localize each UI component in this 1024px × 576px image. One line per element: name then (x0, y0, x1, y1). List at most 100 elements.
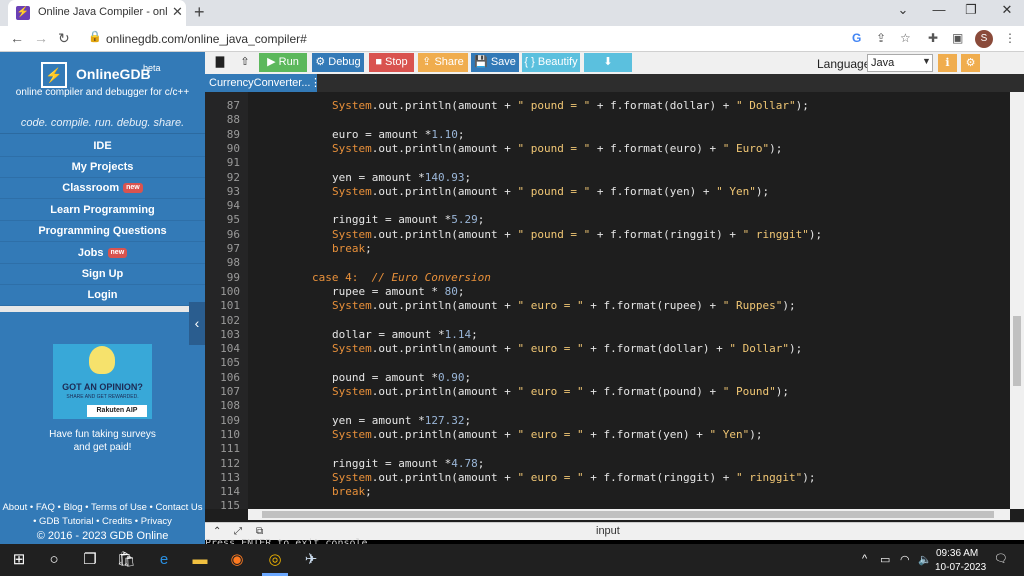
file-tab-bar: CurrencyConverter... ⋮ (205, 74, 1024, 92)
sidebar-item-label: Jobs (77, 247, 104, 259)
code-line: ringgit = amount *4.78; (332, 456, 485, 470)
code-line: break; (332, 485, 372, 499)
chevron-down-icon[interactable]: ▼ (922, 56, 931, 66)
volume-icon[interactable]: 🔈 (918, 553, 932, 566)
line-number: 115 (220, 499, 240, 513)
firefox-icon[interactable]: ◉ (226, 549, 248, 571)
collapse-sidebar-chevron-icon[interactable]: ‹ (189, 302, 205, 345)
copy-icon[interactable]: ⧉ (256, 526, 263, 537)
sidebar-item-login[interactable]: Login (0, 285, 205, 306)
advertisement-banner[interactable]: GOT AN OPINION? SHARE AND GET REWARDED. … (53, 344, 152, 419)
line-number: 89 (226, 127, 240, 141)
ad-text[interactable]: Have fun taking surveys and get paid! (0, 428, 205, 454)
edge-icon[interactable]: e (153, 549, 175, 571)
sidebar-item-ide[interactable]: IDE (0, 136, 205, 157)
code-line: System.out.println(amount + " euro = " +… (332, 342, 803, 356)
sidebar-item-jobs[interactable]: Jobs new (0, 243, 205, 264)
sidebar-item-my-projects[interactable]: My Projects (0, 157, 205, 178)
ad-text-line-1: Have fun taking surveys (49, 429, 156, 440)
onlinegdb-logo-icon: ⚡ (41, 62, 67, 88)
file-explorer-icon[interactable]: ▬ (189, 549, 211, 571)
reload-icon[interactable]: ↻ (58, 30, 70, 47)
line-number: 97 (226, 242, 240, 255)
code-line: System.out.println(amount + " euro = " +… (332, 427, 763, 441)
share-page-icon[interactable]: ⇪ (876, 31, 886, 45)
close-window-button[interactable]: ✕ (992, 2, 1022, 18)
tab-search-icon[interactable]: ⌄ (888, 2, 918, 18)
battery-icon[interactable]: ▭ (880, 553, 890, 566)
windows-start-icon[interactable]: ⊞ (8, 549, 30, 571)
download-button[interactable]: ⬇ (584, 53, 632, 72)
side-panel-icon[interactable]: ▣ (952, 31, 963, 45)
new-file-icon[interactable]: ▇ (213, 53, 227, 72)
file-tab-menu-icon[interactable]: ⋮ (310, 74, 321, 92)
chrome-icon[interactable]: ◎ (264, 549, 286, 571)
app-icon[interactable]: ✈ (300, 549, 322, 571)
wifi-icon[interactable]: ◠ (900, 553, 910, 566)
sidebar-item-learn-programming[interactable]: Learn Programming (0, 200, 205, 221)
google-icon[interactable]: G (852, 31, 861, 45)
maximize-button[interactable]: ❐ (956, 2, 986, 18)
new-tab-button[interactable]: + (194, 2, 205, 23)
profile-avatar[interactable]: S (975, 30, 993, 48)
minimize-button[interactable]: — (924, 2, 954, 17)
tab-close-icon[interactable]: ✕ (172, 4, 183, 20)
sidebar-item-sign-up[interactable]: Sign Up (0, 264, 205, 285)
forward-arrow-icon[interactable]: → (34, 30, 48, 46)
footer-links-line-1[interactable]: About • FAQ • Blog • Terms of Use • Cont… (0, 501, 205, 515)
url-field[interactable]: onlinegdb.com/online_java_compiler# (88, 30, 848, 48)
sidebar-item-label: Login (87, 289, 118, 301)
clock-time[interactable]: 09:36 AM (936, 548, 978, 559)
footer-links[interactable]: About • FAQ • Blog • Terms of Use • Cont… (0, 501, 205, 529)
code-line: break; (332, 242, 372, 255)
line-number: 91 (226, 156, 240, 170)
clock-date[interactable]: 10-07-2023 (935, 562, 986, 573)
brand-subtitle: online compiler and debugger for c/c++ (15, 87, 190, 98)
task-view-icon[interactable]: ❐ (79, 549, 101, 571)
browser-menu-icon[interactable]: ⋮ (1004, 31, 1016, 45)
line-number: 94 (226, 199, 240, 213)
sidebar-item-label: My Projects (71, 161, 134, 173)
line-number: 113 (220, 470, 240, 484)
code-line: System.out.println(amount + " euro = " +… (332, 470, 816, 484)
run-button[interactable]: ▶ Run (259, 53, 307, 72)
chevron-up-icon[interactable]: ⌃ (213, 526, 221, 537)
share-button[interactable]: ⇪ Share (418, 53, 468, 72)
file-tab-currency-converter[interactable]: CurrencyConverter... (205, 74, 317, 92)
code-line: yen = amount *140.93; (332, 170, 472, 184)
upload-icon[interactable]: ⇧ (237, 53, 253, 72)
code-line: System.out.println(amount + " euro = " +… (332, 385, 789, 398)
debug-button[interactable]: ⚙ Debug (312, 53, 364, 72)
line-number: 110 (220, 427, 240, 441)
save-button[interactable]: 💾 Save (471, 53, 519, 72)
vertical-scrollbar-thumb[interactable] (1013, 316, 1021, 386)
code-line: euro = amount *1.10; (332, 127, 465, 141)
horizontal-scrollbar-thumb[interactable] (262, 511, 994, 518)
extensions-icon[interactable]: ✚ (928, 31, 938, 45)
settings-gear-icon[interactable]: ⚙ (961, 54, 980, 72)
notification-icon[interactable]: 🗨 (994, 552, 1008, 565)
info-icon[interactable]: ℹ (938, 54, 957, 72)
code-line: ringgit = amount *5.29; (332, 213, 485, 227)
search-icon[interactable]: ○ (43, 549, 65, 571)
browser-tab[interactable]: ⚡ Online Java Compiler - online ed ✕ (8, 0, 186, 26)
beautify-button[interactable]: { } Beautify (522, 53, 580, 72)
footer-links-line-2[interactable]: • GDB Tutorial • Credits • Privacy (0, 515, 205, 529)
file-tab-label: CurrencyConverter... (209, 77, 311, 89)
line-number: 95 (226, 213, 240, 227)
stop-button[interactable]: ■ Stop (369, 53, 414, 72)
sidebar-item-classroom[interactable]: Classroom new (0, 178, 205, 199)
sidebar-item-label: Programming Questions (38, 225, 167, 237)
sidebar-item-programming-questions[interactable]: Programming Questions (0, 221, 205, 242)
back-arrow-icon[interactable]: ← (10, 30, 24, 46)
ad-subtitle: SHARE AND GET REWARDED. (66, 394, 139, 400)
line-number: 107 (220, 385, 240, 398)
store-icon[interactable]: 🛍 (115, 549, 137, 571)
line-number: 111 (220, 442, 240, 456)
bookmark-star-icon[interactable]: ☆ (900, 31, 911, 45)
io-input-label[interactable]: input (596, 525, 620, 537)
tray-chevron-icon[interactable]: ^ (862, 553, 867, 565)
brand-header[interactable]: ⚡ OnlineGDB beta online compiler and deb… (0, 52, 205, 107)
vertical-scrollbar[interactable] (1010, 92, 1024, 509)
expand-icon[interactable]: ⤢ (234, 526, 242, 537)
